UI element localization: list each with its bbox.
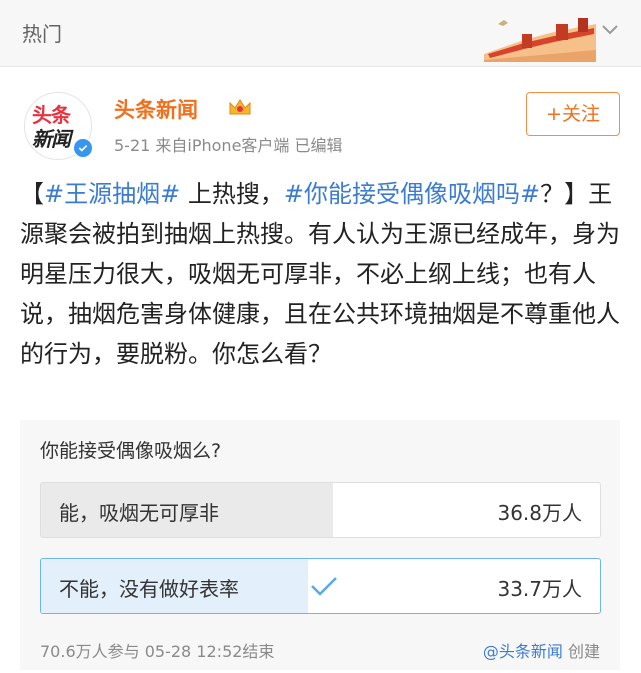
chevron-down-icon[interactable] bbox=[600, 22, 620, 38]
hashtag-wangyuan[interactable]: #王源抽烟# bbox=[44, 180, 180, 208]
author-name[interactable]: 头条新闻 bbox=[114, 94, 198, 124]
poll-option-count: 36.8万人 bbox=[497, 501, 582, 525]
poll-footer-info: 70.6万人参与 05-28 12:52结束 bbox=[40, 638, 274, 662]
poll-created-label: 创建 bbox=[567, 642, 600, 661]
follow-button[interactable]: +关注 bbox=[526, 92, 620, 136]
top-bar: 热门 bbox=[0, 0, 641, 67]
hashtag-idol-smoking[interactable]: #你能接受偶像吸烟吗# bbox=[284, 180, 540, 208]
poll-option-count: 33.7万人 bbox=[497, 577, 582, 601]
poll-option-label: 不能，没有做好表率 bbox=[59, 577, 239, 601]
tab-hot[interactable]: 热门 bbox=[22, 18, 62, 47]
great-wall-icon bbox=[484, 10, 596, 62]
check-icon bbox=[311, 577, 337, 596]
post-text-segment: 上热搜， bbox=[180, 180, 284, 208]
post-text-bracket: 【 bbox=[20, 180, 44, 208]
poll-creator-link[interactable]: @头条新闻 bbox=[483, 642, 563, 661]
avatar-text-line2: 新闻 bbox=[32, 127, 71, 151]
poll-card: 你能接受偶像吸烟么? 能，吸烟无可厚非 36.8万人 不能，没有做好表率 33.… bbox=[20, 420, 620, 670]
poll-question: 你能接受偶像吸烟么? bbox=[40, 440, 222, 462]
poll-option-yes[interactable]: 能，吸烟无可厚非 36.8万人 bbox=[40, 482, 601, 538]
verified-icon bbox=[72, 137, 94, 159]
post-text-body: ？】王源聚会被拍到抽烟上热搜。有人认为王源已经成年，身为明星压力很大，吸烟无可厚… bbox=[20, 180, 620, 368]
post-meta: 5-21 来自iPhone客户端 已编辑 bbox=[114, 136, 343, 155]
poll-end-time: 05-28 12:52结束 bbox=[144, 642, 275, 661]
poll-creator-info: @头条新闻 创建 bbox=[483, 638, 600, 662]
poll-option-label: 能，吸烟无可厚非 bbox=[59, 501, 219, 525]
poll-participants: 70.6万人参与 bbox=[40, 642, 140, 661]
poll-option-no[interactable]: 不能，没有做好表率 33.7万人 bbox=[40, 558, 601, 614]
crown-icon bbox=[229, 99, 251, 115]
post-text: 【#王源抽烟# 上热搜，#你能接受偶像吸烟吗#？】王源聚会被拍到抽烟上热搜。有人… bbox=[20, 174, 622, 374]
